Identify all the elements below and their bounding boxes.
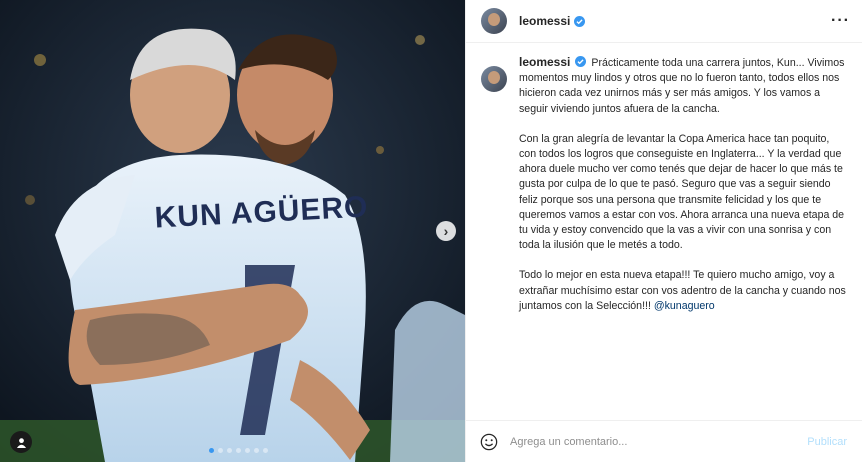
- caption-text: leomessi Prácticamente toda una carrera j…: [519, 55, 849, 329]
- tagged-users-button[interactable]: [10, 431, 32, 453]
- carousel-dot: [245, 448, 250, 453]
- verified-icon: [575, 56, 587, 67]
- carousel-dot: [236, 448, 241, 453]
- carousel-dot: [218, 448, 223, 453]
- photo-illustration: KUN AGÜERO: [0, 0, 465, 462]
- caption-paragraph: Todo lo mejor en esta nueva etapa!!! Te …: [519, 268, 849, 314]
- caption-username[interactable]: leomessi: [519, 55, 570, 69]
- caption-paragraph: leomessi Prácticamente toda una carrera j…: [519, 55, 849, 117]
- user-tag-icon: [16, 437, 26, 448]
- carousel-indicator: [209, 448, 268, 453]
- emoji-icon[interactable]: [480, 433, 498, 451]
- post-header: leomessi ···: [466, 0, 862, 43]
- caption-paragraph-2: Con la gran alegría de levantar la Copa …: [519, 132, 845, 252]
- post-comment-button[interactable]: Publicar: [807, 436, 847, 448]
- more-icon: ···: [831, 12, 850, 29]
- carousel-dot: [227, 448, 232, 453]
- carousel-dot: [263, 448, 268, 453]
- post-details-panel: leomessi ··· leomessi Prácticamente toda …: [465, 0, 862, 462]
- comment-input[interactable]: Agrega un comentario...: [510, 436, 627, 448]
- mention-link[interactable]: @kunaguero: [654, 300, 715, 312]
- verified-icon: [574, 15, 586, 27]
- caption-avatar[interactable]: [481, 66, 507, 92]
- header-username[interactable]: leomessi: [519, 14, 570, 28]
- caption: leomessi Prácticamente toda una carrera j…: [466, 55, 862, 329]
- comment-bar: Agrega un comentario... Publicar: [466, 420, 862, 462]
- next-photo-button[interactable]: ›: [436, 221, 456, 241]
- more-options-button[interactable]: ···: [831, 12, 850, 30]
- post-photo: KUN AGÜERO ›: [0, 0, 465, 462]
- carousel-dot: [209, 448, 214, 453]
- carousel-dot: [254, 448, 259, 453]
- avatar[interactable]: [481, 8, 507, 34]
- chevron-right-icon: ›: [443, 223, 449, 239]
